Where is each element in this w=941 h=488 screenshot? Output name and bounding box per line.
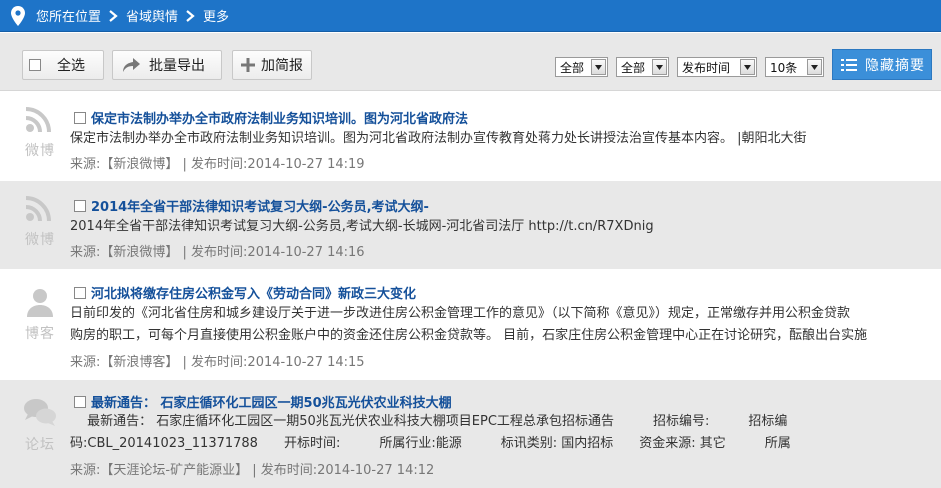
source-type-label: 微博 (25, 232, 55, 248)
item-checkbox[interactable] (74, 395, 86, 408)
chevron-right-icon (109, 9, 118, 22)
page-size-select-value: 10条 (770, 60, 798, 75)
item-publish-time: | 发布时间:2014-10-27 14:16 (182, 245, 365, 260)
page-size-select[interactable]: 10条 (765, 57, 824, 77)
breadcrumb-level1[interactable]: 省域舆情 (126, 6, 178, 25)
item-meta: 来源:【新浪微博】 | 发布时间:2014-10-27 14:19 (70, 153, 365, 172)
item-summary: 2014年全省干部法律知识考试复习大纲-公务员,考试大纲-长城网-河北省司法厅 … (70, 219, 654, 234)
dropdown-arrow-icon[interactable] (807, 59, 822, 75)
item-summary-line-1: 日前印发的《河北省住房和城乡建设厅关于进一步改进住房公积金管理工作的意见》（以下… (70, 306, 851, 321)
user-icon (25, 289, 55, 321)
results-list: 微博 保定市法制办举办全市政府法制业务知识培训。图为河北省政府法 保定市法制办举… (0, 92, 941, 488)
select-all-label: 全选 (57, 58, 85, 74)
item-title-link[interactable]: 2014年全省干部法律知识考试复习大纲-公务员,考试大纲- (91, 196, 429, 215)
item-title-row: 保定市法制办举办全市政府法制业务知识培训。图为河北省政府法 (74, 108, 468, 127)
batch-export-label: 批量导出 (149, 58, 205, 74)
item-title-row: 河北拟将缴存住房公积金写入《劳动合同》新政三大变化 (74, 283, 416, 302)
item-summary: 保定市法制办举办全市政府法制业务知识培训。图为河北省政府法制办宣传教育处蒋力处长… (70, 131, 807, 146)
hide-summary-label: 隐藏摘要 (865, 57, 925, 74)
source-type-label: 博客 (25, 326, 55, 342)
hide-summary-button[interactable]: 隐藏摘要 (832, 49, 932, 80)
wifi-icon (24, 107, 56, 138)
batch-export-button[interactable]: 批量导出 (112, 50, 222, 80)
item-publish-time: | 发布时间:2014-10-27 14:19 (182, 157, 365, 172)
item-source: 来源:【新浪博客】 (70, 355, 179, 370)
source-badge: 微博 (18, 195, 62, 249)
item-source: 来源:【天涯论坛-矿产能源业】 (70, 463, 249, 478)
source-badge: 微博 (18, 106, 62, 160)
add-brief-button[interactable]: 加简报 (232, 50, 312, 80)
item-source: 来源:【新浪微博】 (70, 245, 179, 260)
item-title-link[interactable]: 保定市法制办举办全市政府法制业务知识培训。图为河北省政府法 (91, 108, 468, 127)
chevron-right-icon (186, 9, 195, 22)
item-title-link[interactable]: 河北拟将缴存住房公积金写入《劳动合同》新政三大变化 (91, 283, 416, 302)
item-checkbox[interactable] (74, 286, 86, 299)
item-title-row: 2014年全省干部法律知识考试复习大纲-公务员,考试大纲- (74, 196, 429, 215)
sort-select[interactable]: 发布时间 (677, 57, 757, 77)
dropdown-arrow-icon[interactable] (591, 59, 606, 75)
list-item: 论坛 最新通告： 石家庄循环化工园区一期50兆瓦光伏农业科技大棚 最新通告： 石… (0, 380, 941, 488)
location-pin-icon (0, 0, 36, 32)
item-publish-time: | 发布时间:2014-10-27 14:15 (182, 355, 365, 370)
item-meta: 来源:【新浪博客】 | 发布时间:2014-10-27 14:15 (70, 351, 365, 370)
breadcrumb-prefix: 您所在位置 (36, 10, 102, 25)
filter-select-1-value: 全部 (560, 60, 585, 75)
item-summary-line-2: 购房的职工，可每个月直接使用公积金账户中的资金还住房公积金贷款等。 目前，石家庄… (70, 328, 868, 343)
dropdown-arrow-icon[interactable] (652, 59, 667, 75)
dropdown-arrow-icon[interactable] (740, 59, 755, 75)
toolbar: 全选 批量导出 加简报 全部 全部 发布时间 10条 隐藏摘要 (0, 33, 941, 91)
item-checkbox[interactable] (74, 111, 86, 124)
item-source: 来源:【新浪微博】 (70, 157, 179, 172)
breadcrumb-bar: 您所在位置 省域舆情 更多 (0, 0, 941, 32)
plus-icon (241, 58, 255, 72)
list-item: 微博 保定市法制办举办全市政府法制业务知识培训。图为河北省政府法 保定市法制办举… (0, 92, 941, 181)
add-brief-label: 加简报 (261, 58, 303, 74)
item-title-row: 最新通告： 石家庄循环化工园区一期50兆瓦光伏农业科技大棚 (74, 392, 452, 411)
item-publish-time: | 发布时间:2014-10-27 14:12 (252, 463, 435, 478)
source-type-label: 论坛 (25, 437, 55, 453)
select-all-button[interactable]: 全选 (22, 50, 104, 80)
source-type-label: 微博 (25, 143, 55, 159)
item-meta: 来源:【新浪微博】 | 发布时间:2014-10-27 14:16 (70, 241, 365, 260)
source-badge: 论坛 (18, 398, 62, 454)
filter-select-2-value: 全部 (621, 60, 646, 75)
share-arrow-icon (123, 58, 141, 72)
item-title-link[interactable]: 最新通告： 石家庄循环化工园区一期50兆瓦光伏农业科技大棚 (91, 392, 452, 411)
filter-select-1[interactable]: 全部 (555, 57, 608, 77)
breadcrumb-level2: 更多 (203, 10, 230, 25)
filter-select-2[interactable]: 全部 (616, 57, 669, 77)
item-meta: 来源:【天涯论坛-矿产能源业】 | 发布时间:2014-10-27 14:12 (70, 459, 434, 478)
list-item: 博客 河北拟将缴存住房公积金写入《劳动合同》新政三大变化 日前印发的《河北省住房… (0, 269, 941, 380)
item-checkbox[interactable] (74, 199, 86, 212)
item-summary-line-2: 码:CBL_20141023_11371788 开标时间: 所属行业:能源 标讯… (70, 436, 791, 451)
list-item: 微博 2014年全省干部法律知识考试复习大纲-公务员,考试大纲- 2014年全省… (0, 181, 941, 269)
wifi-icon (24, 196, 56, 227)
select-all-checkbox[interactable] (29, 59, 41, 71)
item-summary-line-1: 最新通告： 石家庄循环化工园区一期50兆瓦光伏农业科技大棚项目EPC工程总承包招… (70, 414, 788, 429)
chat-bubbles-icon (23, 399, 57, 432)
source-badge: 博客 (18, 287, 62, 343)
list-icon (841, 58, 857, 71)
sort-select-value: 发布时间 (682, 60, 731, 75)
